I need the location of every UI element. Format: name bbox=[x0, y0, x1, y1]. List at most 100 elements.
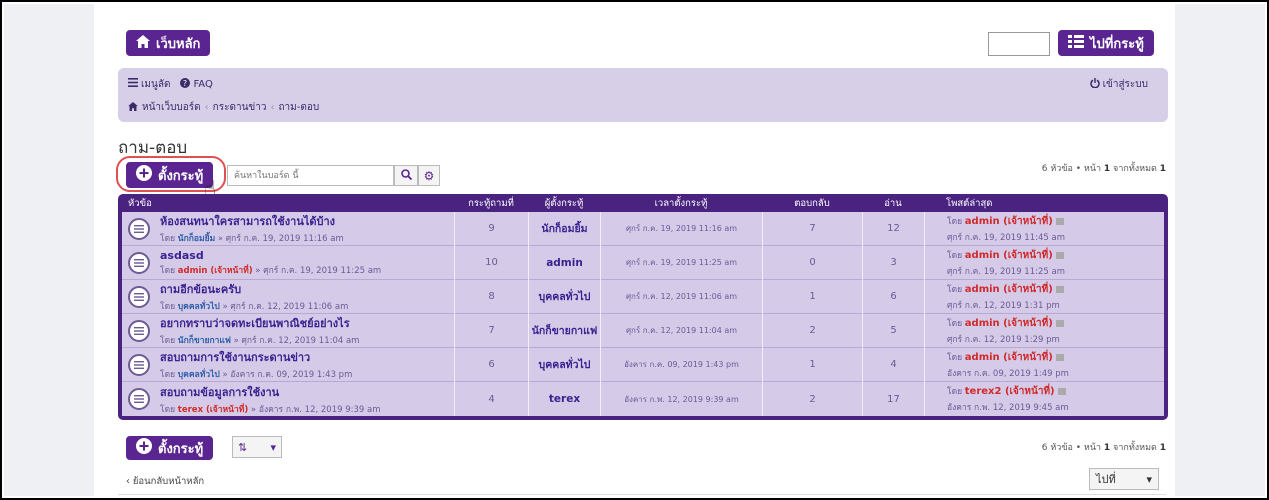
table-body: ห้องสนทนาใครสามารถใช้งานได้บ้าง โดย นักก็… bbox=[122, 211, 1164, 416]
answers-count: 1 bbox=[762, 279, 862, 314]
author-link[interactable]: บุคคลทั่วไป bbox=[528, 279, 600, 314]
forum-search-input[interactable] bbox=[227, 165, 394, 186]
topic-author-link[interactable]: นักก็อมยิ้ม bbox=[178, 234, 215, 244]
view-latest-post-icon[interactable] bbox=[1055, 319, 1064, 327]
author-link[interactable]: terex bbox=[528, 382, 600, 416]
last-prefix: โดย bbox=[947, 284, 965, 295]
last-post-cell: โดย admin (เจ้าหน้าที่) ศุกร์ ก.ค. 12, 20… bbox=[924, 279, 1164, 314]
column-header-replies: กระทู้ถามที่ bbox=[468, 197, 514, 209]
post-time: ศุกร์ ก.ค. 12, 2019 11:06 am bbox=[600, 279, 762, 314]
quick-menu-link[interactable]: เมนูลัด bbox=[128, 77, 170, 92]
goto-button[interactable]: ไปที่ ▾ bbox=[1089, 468, 1159, 490]
author-link[interactable]: นักก็ขายกาแฟ bbox=[528, 313, 600, 348]
last-post-cell: โดย admin (เจ้าหน้าที่) ศุกร์ ก.ค. 12, 20… bbox=[924, 313, 1164, 348]
table-header: หัวข้อ กระทู้ถามที่ ผู้ตั้งกระทู้ เวลาตั… bbox=[122, 194, 1164, 212]
topic-title-link[interactable]: สอบถามการใช้งานกระดานข่าว bbox=[160, 348, 352, 366]
topic-meta: โดย นักก็อมยิ้ม » ศุกร์ ก.ค. 19, 2019 11… bbox=[160, 231, 344, 245]
topic-author-link[interactable]: admin (เจ้าหน้าที่) bbox=[178, 266, 253, 276]
view-latest-post-icon[interactable] bbox=[1055, 217, 1064, 225]
last-prefix: โดย bbox=[947, 250, 965, 261]
jump-button-label: ไปที่กระทู้ bbox=[1090, 36, 1144, 52]
new-topic-button[interactable]: ตั้งกระทู้ bbox=[126, 162, 214, 188]
author-link[interactable]: นักก็อมยิ้ม bbox=[528, 211, 600, 246]
view-latest-post-icon[interactable] bbox=[1055, 285, 1064, 293]
topic-author-link[interactable]: terex (เจ้าหน้าที่) bbox=[178, 405, 248, 415]
navbar-top-row: เมนูลัด ? FAQ เข้าสู่ระบบ bbox=[128, 76, 1158, 92]
view-latest-post-icon[interactable] bbox=[1055, 251, 1064, 259]
topic-author-link[interactable]: นักก็ขายกาแฟ bbox=[178, 336, 231, 346]
meta-prefix: โดย bbox=[160, 370, 178, 380]
topic-cell: สอบถามการใช้งานกระดานข่าวโดย บุคคลทั่วไป… bbox=[122, 348, 442, 381]
table-row: อยากทราบว่าจดทะเบียนพาณิชย์อย่างไร โดย นั… bbox=[122, 313, 1164, 348]
last-post-cell: โดย terex2 (เจ้าหน้าที่) อังคาร ก.พ. 12, … bbox=[924, 382, 1164, 416]
topic-title-link[interactable]: ถามอีกข้อนะครับ bbox=[160, 280, 348, 298]
topic-title-link[interactable]: ห้องสนทนาใครสามารถใช้งานได้บ้าง bbox=[160, 212, 344, 230]
last-post-author-link[interactable]: terex2 (เจ้าหน้าที่) bbox=[965, 386, 1055, 397]
quick-menu-label: เมนูลัด bbox=[141, 78, 171, 90]
last-post-author-link[interactable]: admin (เจ้าหน้าที่) bbox=[965, 250, 1053, 261]
jump-to-topic-button[interactable]: ไปที่กระทู้ bbox=[1058, 30, 1154, 56]
topic-title-link[interactable]: อยากทราบว่าจดทะเบียนพาณิชย์อย่างไร bbox=[160, 314, 359, 332]
search-icon bbox=[400, 168, 412, 183]
gear-icon: ⚙ bbox=[423, 168, 435, 183]
advanced-search-button[interactable]: ⚙ bbox=[418, 165, 440, 186]
home-button[interactable]: เว็บหลัก bbox=[126, 30, 211, 56]
topic-meta: โดย admin (เจ้าหน้าที่) » ศุกร์ ก.ค. 19,… bbox=[160, 263, 381, 277]
meta-prefix: โดย bbox=[160, 404, 178, 415]
topic-title-link[interactable]: asdasd bbox=[160, 249, 381, 262]
column-header-last-post: โพสต์ล่าสุด bbox=[946, 197, 993, 209]
topic-cell: อยากทราบว่าจดทะเบียนพาณิชย์อย่างไร โดย นั… bbox=[122, 314, 442, 347]
home-button-label: เว็บหลัก bbox=[156, 36, 201, 52]
topic-cell: ห้องสนทนาใครสามารถใช้งานได้บ้าง โดย นักก็… bbox=[122, 212, 442, 245]
last-prefix: โดย bbox=[947, 352, 965, 363]
forum-page: เว็บหลัก ไปที่กระทู้ เมนูลัด ? FAQ เข้าส… bbox=[110, 4, 1174, 498]
sort-icon: ⇅ bbox=[238, 440, 248, 454]
topic-read-icon bbox=[128, 388, 150, 410]
topic-meta: โดย นักก็ขายกาแฟ » ศุกร์ ก.ค. 12, 2019 1… bbox=[160, 333, 359, 347]
chevron-left-icon: ‹ bbox=[126, 476, 130, 487]
topic-read-icon bbox=[128, 353, 150, 376]
back-to-index-link[interactable]: ‹ ย้อนกลับหน้าหลัก bbox=[126, 474, 204, 489]
jump-topic-input[interactable] bbox=[988, 32, 1050, 56]
screenshot-frame: เว็บหลัก ไปที่กระทู้ เมนูลัด ? FAQ เข้าส… bbox=[0, 0, 1269, 500]
last-post-author-link[interactable]: admin (เจ้าหน้าที่) bbox=[965, 284, 1053, 295]
table-row: ถามอีกข้อนะครับ โดย บุคคลทั่วไป » ศุกร์ ก… bbox=[122, 279, 1164, 314]
last-post-cell: โดย admin (เจ้าหน้าที่) ศุกร์ ก.ค. 19, 20… bbox=[924, 245, 1164, 280]
topic-author-link[interactable]: บุคคลทั่วไป bbox=[178, 302, 220, 312]
new-topic-button-bottom[interactable]: ตั้งกระทู้ bbox=[126, 436, 214, 460]
pagination-info-top: 6 หัวข้อ • หน้า 1 จากทั้งหมด 1 bbox=[1042, 161, 1166, 175]
faq-link[interactable]: ? FAQ bbox=[180, 77, 213, 91]
author-link[interactable]: บุคคลทั่วไป bbox=[528, 347, 600, 382]
replies-count: 6 bbox=[454, 347, 528, 382]
home-icon bbox=[136, 34, 150, 52]
breadcrumb-item-board-index[interactable]: หน้าเว็บบอร์ด bbox=[142, 100, 201, 115]
view-latest-post-icon[interactable] bbox=[1057, 388, 1066, 395]
plus-circle-icon bbox=[136, 438, 152, 458]
topic-author-link[interactable]: บุคคลทั่วไป bbox=[178, 370, 220, 380]
faq-label: FAQ bbox=[193, 78, 213, 90]
last-post-author-link[interactable]: admin (เจ้าหน้าที่) bbox=[965, 318, 1053, 329]
search-button[interactable] bbox=[394, 165, 418, 186]
sort-options-button[interactable]: ⇅ ▾ bbox=[232, 436, 282, 458]
topic-read-icon bbox=[128, 285, 150, 308]
right-gutter bbox=[1175, 4, 1265, 496]
new-topic-label: ตั้งกระทู้ bbox=[158, 168, 204, 184]
breadcrumb-item-qa[interactable]: ถาม-ตอบ bbox=[278, 100, 319, 115]
view-latest-post-icon[interactable] bbox=[1055, 353, 1064, 361]
back-link-label: ย้อนกลับหน้าหลัก bbox=[132, 476, 205, 487]
pagination-info-bottom: 6 หัวข้อ • หน้า 1 จากทั้งหมด 1 bbox=[1042, 440, 1166, 454]
replies-count: 10 bbox=[454, 245, 528, 280]
breadcrumb-item-news-board[interactable]: กระดานข่าว bbox=[213, 100, 267, 115]
replies-count: 9 bbox=[454, 211, 528, 246]
last-post-author-link[interactable]: admin (เจ้าหน้าที่) bbox=[965, 352, 1053, 363]
breadcrumb-separator: ‹ bbox=[204, 102, 209, 113]
login-link[interactable]: เข้าสู่ระบบ bbox=[1089, 77, 1148, 92]
pagination-text: 6 หัวข้อ • หน้า bbox=[1041, 443, 1104, 453]
last-post-author-link[interactable]: admin (เจ้าหน้าที่) bbox=[965, 216, 1053, 227]
author-link[interactable]: admin bbox=[528, 245, 600, 280]
table-row: สอบถามข้อมูลการใช้งานโดย terex (เจ้าหน้า… bbox=[122, 382, 1164, 416]
post-time: ศุกร์ ก.ค. 12, 2019 11:04 am bbox=[600, 313, 762, 348]
topic-title-link[interactable]: สอบถามข้อมูลการใช้งาน bbox=[160, 383, 381, 401]
topic-read-icon bbox=[128, 319, 150, 342]
replies-count: 8 bbox=[454, 279, 528, 314]
